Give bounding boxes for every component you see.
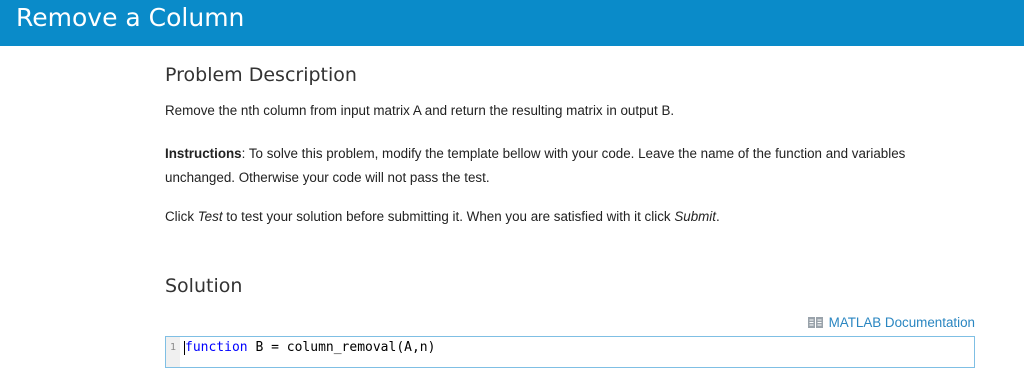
- instructions-label: Instructions: [165, 146, 242, 161]
- code-rest: B = column_removal(A,n): [247, 340, 436, 355]
- page-title: Remove a Column: [16, 3, 245, 32]
- problem-description-heading: Problem Description: [165, 64, 357, 86]
- click-middle: to test your solution before submitting …: [222, 209, 675, 224]
- matlab-documentation-link[interactable]: MATLAB Documentation: [807, 315, 975, 330]
- click-suffix: .: [716, 209, 720, 224]
- solution-heading: Solution: [165, 275, 243, 297]
- code-keyword: function: [185, 340, 248, 355]
- doc-link-label[interactable]: MATLAB Documentation: [829, 315, 975, 330]
- code-editor[interactable]: 1 function B = column_removal(A,n): [165, 336, 975, 368]
- test-submit-paragraph: Click Test to test your solution before …: [165, 205, 965, 229]
- instructions-paragraph: Instructions: To solve this problem, mod…: [165, 142, 965, 190]
- book-icon: [807, 317, 823, 328]
- page-header: Remove a Column: [0, 0, 1024, 46]
- submit-word: Submit: [674, 209, 716, 224]
- problem-description-text: Remove the nth column from input matrix …: [165, 103, 675, 118]
- code-line-1[interactable]: function B = column_removal(A,n): [185, 339, 435, 357]
- click-prefix: Click: [165, 209, 198, 224]
- test-word: Test: [197, 209, 223, 224]
- line-number-gutter: 1: [166, 337, 180, 367]
- instructions-text: : To solve this problem, modify the temp…: [165, 146, 906, 185]
